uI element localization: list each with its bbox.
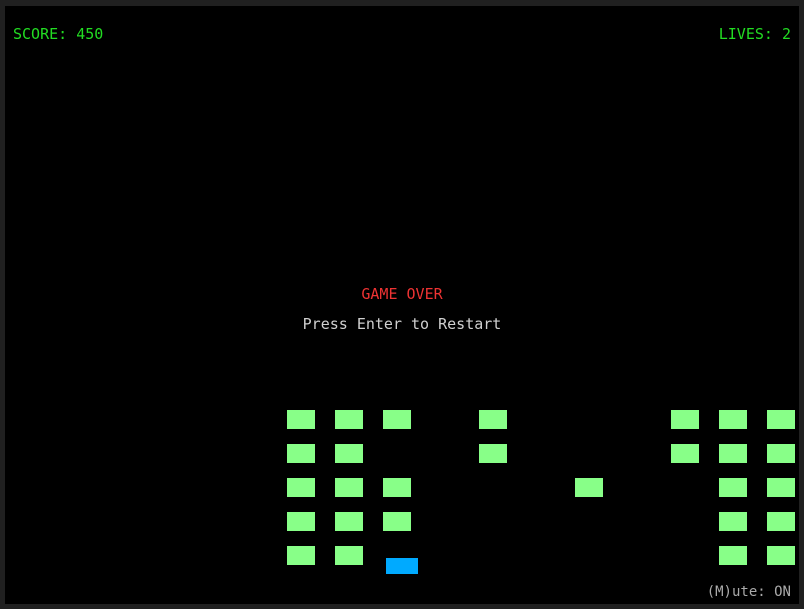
brick: [383, 410, 411, 429]
brick: [767, 546, 795, 565]
brick: [335, 546, 363, 565]
paddle: [386, 558, 418, 574]
brick: [767, 410, 795, 429]
brick: [335, 410, 363, 429]
brick: [335, 444, 363, 463]
brick: [719, 444, 747, 463]
brick: [767, 512, 795, 531]
brick: [719, 410, 747, 429]
game-screen[interactable]: SCORE: 450 LIVES: 2 GAME OVER Press Ente…: [5, 6, 799, 604]
brick: [479, 444, 507, 463]
score-display: SCORE: 450: [13, 25, 104, 43]
restart-prompt: Press Enter to Restart: [302, 315, 502, 333]
brick: [383, 478, 411, 497]
brick: [719, 546, 747, 565]
brick: [671, 410, 699, 429]
brick: [383, 512, 411, 531]
lives-display: LIVES: 2: [718, 25, 791, 43]
brick: [719, 478, 747, 497]
brick: [287, 478, 315, 497]
brick: [719, 512, 747, 531]
brick: [287, 410, 315, 429]
brick: [767, 478, 795, 497]
brick: [479, 410, 507, 429]
brick: [335, 478, 363, 497]
brick: [287, 444, 315, 463]
game-over-text: GAME OVER: [361, 285, 443, 303]
brick: [575, 478, 603, 497]
brick: [287, 512, 315, 531]
brick: [767, 444, 795, 463]
mute-status[interactable]: (M)ute: ON: [707, 584, 791, 600]
brick: [287, 546, 315, 565]
brick: [335, 512, 363, 531]
brick: [671, 444, 699, 463]
window-frame: SCORE: 450 LIVES: 2 GAME OVER Press Ente…: [0, 0, 804, 609]
